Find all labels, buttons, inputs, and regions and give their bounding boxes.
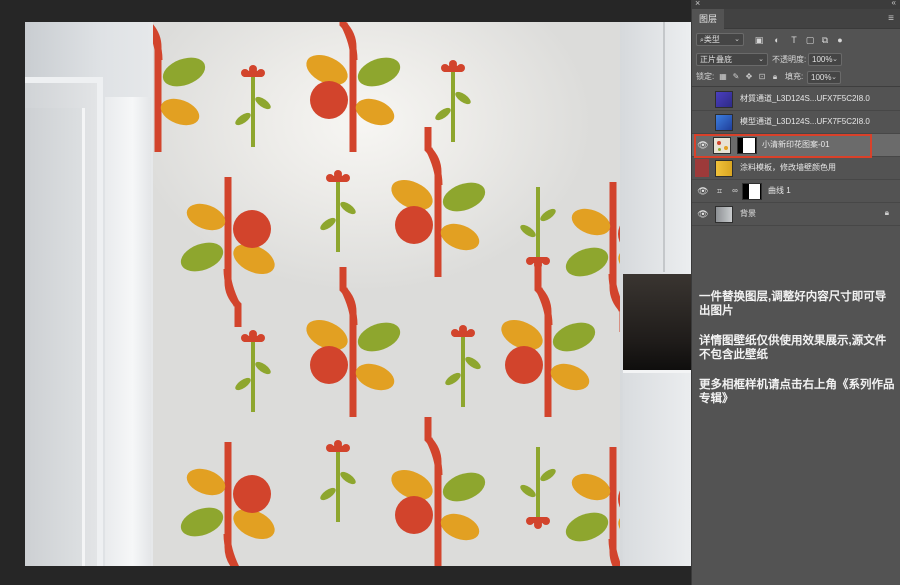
filter-toggle-icon[interactable]: ● xyxy=(835,35,845,45)
image-filter-icon[interactable]: ▣ xyxy=(754,35,764,45)
fill-label: 填充: xyxy=(785,72,804,81)
panel-divider xyxy=(692,86,900,87)
shape-filter-icon[interactable]: ▢ xyxy=(805,35,815,45)
layer-thumbnail xyxy=(715,160,733,177)
lock-artboard-icon[interactable]: ⊡ xyxy=(757,72,767,82)
fill-field[interactable]: 100% ⌄ xyxy=(807,71,841,84)
blend-mode-value: 正片叠底 xyxy=(700,55,732,64)
mockup-scene xyxy=(25,22,691,566)
fill-value: 100% xyxy=(811,73,832,82)
layer-row[interactable]: · 模型通道_L3D124S...UFX7F5C2I8.0 xyxy=(692,111,900,134)
cabinet-seam xyxy=(663,22,665,272)
pattern-sprig xyxy=(516,185,560,271)
opacity-field[interactable]: 100% ⌄ xyxy=(808,53,842,66)
lock-label: 锁定: xyxy=(696,72,715,81)
note-line: 更多相框样机请点击右上角《系列作品专辑》 xyxy=(699,379,895,405)
opacity-value: 100% xyxy=(812,55,833,64)
door-panel xyxy=(25,108,85,566)
pattern-sprig xyxy=(316,168,360,254)
note-line: 一件替换图层,调整好内容尺寸即可导出图片 xyxy=(699,291,887,317)
smart-object-filter-icon[interactable]: ⧉ xyxy=(820,35,830,45)
lock-image-icon[interactable]: ✎ xyxy=(731,72,741,82)
layer-thumbnail xyxy=(715,114,733,131)
tab-layers[interactable]: 图层 xyxy=(692,9,725,29)
floral-wallpaper-pattern xyxy=(153,22,620,566)
layer-filter-label: 类型 xyxy=(703,35,720,44)
panel-menu-icon[interactable]: ≡ xyxy=(888,14,894,24)
link-icon[interactable]: ∞ xyxy=(732,186,738,196)
pattern-tree xyxy=(177,442,280,566)
layer-name: 涂料模板，修改墙壁颜色用 xyxy=(740,163,836,172)
cabinet-lower-door xyxy=(623,370,691,566)
pattern-tree xyxy=(177,177,280,327)
eye-icon[interactable]: 👁︎ xyxy=(697,186,709,196)
layer-thumbnail xyxy=(715,91,733,108)
layer-thumbnail xyxy=(715,206,733,223)
layer-name: 模型通道_L3D124S...UFX7F5C2I8.0 xyxy=(740,117,870,126)
layer-name: 曲线 1 xyxy=(768,186,791,195)
wallpaper-wall xyxy=(153,22,620,566)
lock-transparent-icon[interactable]: ▦ xyxy=(718,72,728,82)
type-filter-icon[interactable]: T xyxy=(789,35,799,45)
close-icon[interactable]: × xyxy=(695,0,700,8)
pattern-sprig xyxy=(441,323,485,409)
pattern-sprig xyxy=(431,58,475,144)
panel-tab-bar: 图层 ≡ xyxy=(692,9,900,29)
layer-row[interactable]: 👁︎ ⌗ ∞ 曲线 1 xyxy=(692,180,900,203)
selection-highlight xyxy=(694,134,872,158)
lock-position-icon[interactable]: ✥ xyxy=(744,72,754,82)
layer-mask-thumbnail[interactable] xyxy=(742,183,762,200)
visibility-toggle[interactable]: · xyxy=(697,94,709,104)
curves-adjustment-icon: ⌗ xyxy=(717,186,723,196)
pattern-tree xyxy=(302,22,405,152)
layer-name: 材質通道_L3D124S...UFX7F5C2I8.0 xyxy=(740,94,870,103)
layer-filter-dropdown[interactable]: ⌕类型 ⌄ xyxy=(696,33,744,46)
collapse-icon[interactable]: « xyxy=(892,0,896,7)
opacity-label: 不透明度: xyxy=(772,55,807,64)
instructions-text: 一件替换图层,调整好内容尺寸即可导出图片 详情图壁纸仅供使用效果展示,源文件不包… xyxy=(699,290,897,422)
eye-icon[interactable]: 👁︎ xyxy=(697,209,709,219)
pattern-tree xyxy=(562,447,620,566)
adjustment-filter-icon[interactable]: ◐ xyxy=(772,35,782,45)
pattern-tree xyxy=(153,22,209,152)
cabinet-niche xyxy=(623,274,691,370)
pattern-tree xyxy=(387,417,490,566)
layer-row[interactable]: 👁︎ 背景 🔒︎ xyxy=(692,203,900,226)
pattern-tree xyxy=(562,182,620,332)
pattern-tree xyxy=(302,267,405,417)
document-canvas[interactable] xyxy=(0,0,691,585)
layer-row[interactable]: 涂料模板，修改墙壁颜色用 xyxy=(692,157,900,180)
layer-row[interactable]: · 材質通道_L3D124S...UFX7F5C2I8.0 xyxy=(692,88,900,111)
wall-molding xyxy=(105,97,151,566)
note-line: 详情图壁纸仅供使用效果展示,源文件不包含此壁纸 xyxy=(699,335,887,361)
pattern-sprig xyxy=(231,63,275,149)
layers-panel: × « 图层 ≡ ⌕类型 ⌄ ▣ ◐ T ▢ ⧉ ● 正片叠底 ⌄ 不透明度: 10… xyxy=(691,0,900,585)
pattern-sprig xyxy=(316,438,360,524)
lock-icon: 🔒︎ xyxy=(884,208,889,217)
hidden-layer-marker[interactable] xyxy=(695,159,709,177)
layer-name: 背景 xyxy=(740,209,756,218)
blend-mode-dropdown[interactable]: 正片叠底 ⌄ xyxy=(696,53,768,66)
pattern-tree xyxy=(387,127,490,277)
pattern-sprig xyxy=(231,328,275,414)
pattern-tree xyxy=(497,267,600,417)
panel-title-strip: × « xyxy=(692,0,900,9)
lock-all-icon[interactable]: 🔒︎ xyxy=(770,72,780,82)
pattern-sprig xyxy=(516,445,560,531)
visibility-toggle[interactable]: · xyxy=(697,117,709,127)
